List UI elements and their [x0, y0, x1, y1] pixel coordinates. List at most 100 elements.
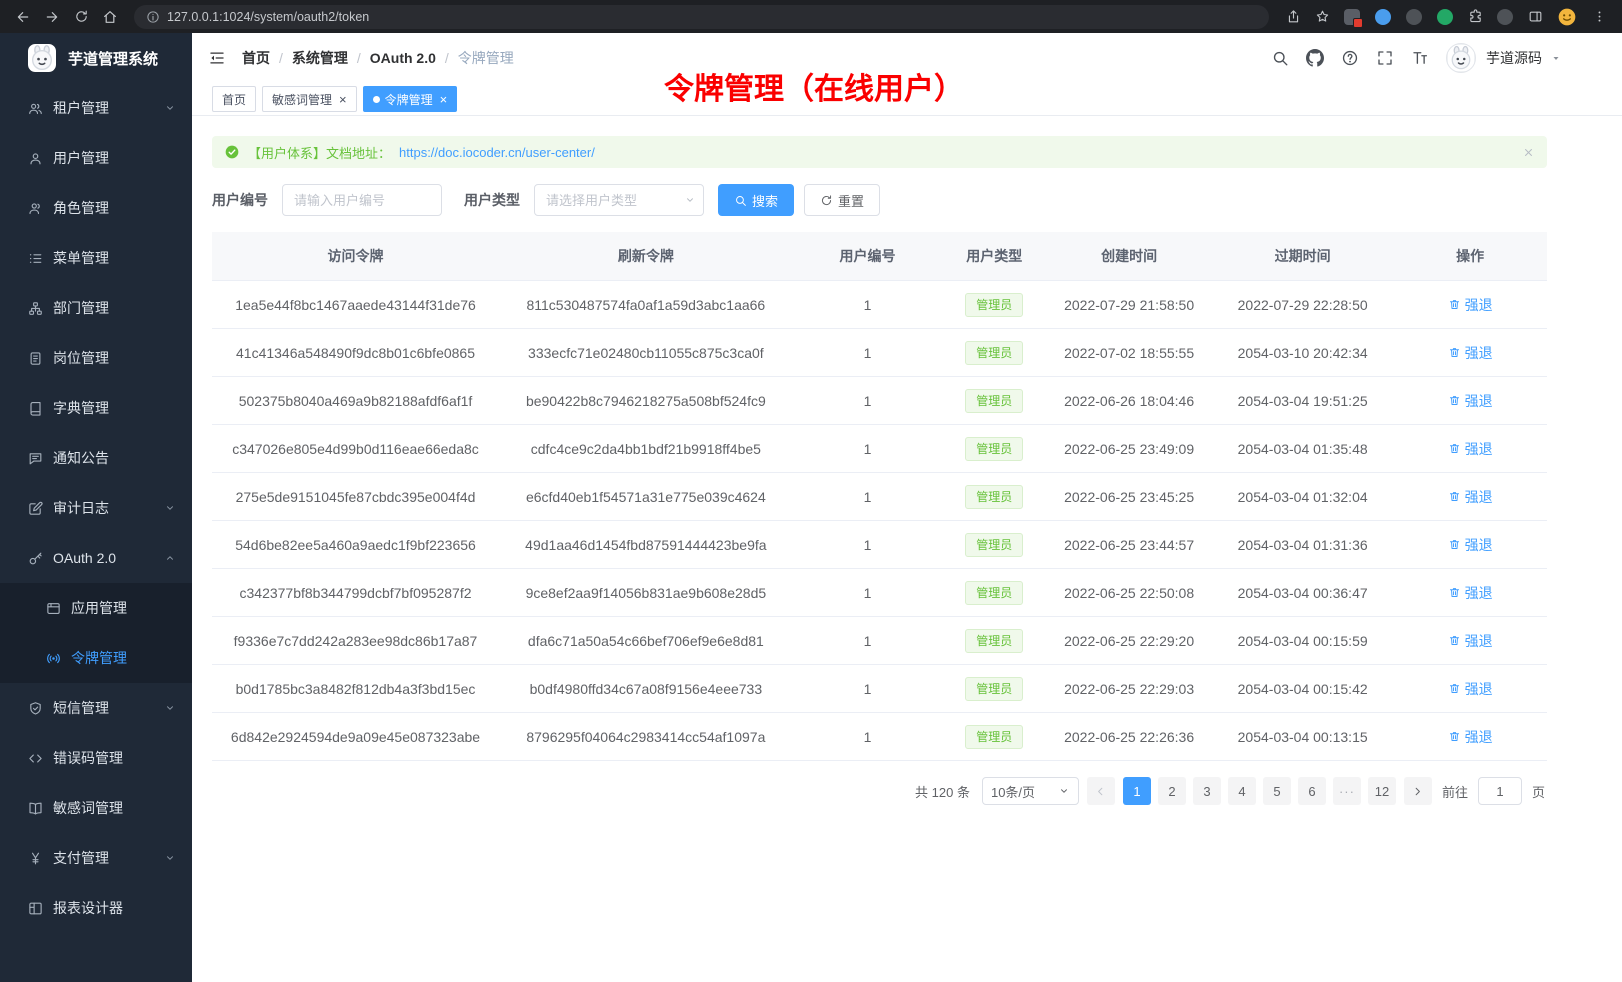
- tab-home[interactable]: 首页: [212, 86, 256, 112]
- force-logout-button[interactable]: 强退: [1448, 343, 1493, 363]
- doc-link[interactable]: https://doc.iocoder.cn/user-center/: [399, 145, 595, 160]
- tab-close-icon[interactable]: ×: [440, 93, 448, 106]
- browser-profile-avatar[interactable]: [1557, 7, 1577, 27]
- extensions-puzzle-icon[interactable]: [1462, 4, 1488, 30]
- breadcrumb-item[interactable]: 系统管理: [292, 48, 348, 68]
- sidebar-item-label: 支付管理: [53, 848, 109, 868]
- extension-icon[interactable]: [1437, 9, 1453, 25]
- force-logout-button[interactable]: 强退: [1448, 487, 1493, 507]
- bookmark-star-icon[interactable]: [1309, 4, 1335, 30]
- prev-page-button[interactable]: [1087, 777, 1115, 805]
- pager-more-button[interactable]: ···: [1333, 777, 1361, 805]
- browser-menu-icon[interactable]: [1586, 4, 1612, 30]
- font-size-icon[interactable]: [1411, 49, 1429, 67]
- force-logout-label: 强退: [1465, 439, 1493, 459]
- sidebar-item-label: 令牌管理: [71, 648, 127, 668]
- pager-page-1[interactable]: 1: [1123, 777, 1151, 805]
- site-info-icon[interactable]: [146, 10, 160, 24]
- sidebar-item-error-code[interactable]: 错误码管理: [0, 733, 192, 783]
- sidebar-item-post[interactable]: 岗位管理: [0, 333, 192, 383]
- chevron-down-icon: [164, 702, 176, 714]
- force-logout-button[interactable]: 强退: [1448, 535, 1493, 555]
- sidebar-item-role[interactable]: 角色管理: [0, 183, 192, 233]
- pager-page-3[interactable]: 3: [1193, 777, 1221, 805]
- breadcrumb-item[interactable]: 首页: [242, 48, 270, 68]
- action-cell: 强退: [1393, 727, 1547, 747]
- trash-icon: [1448, 442, 1461, 455]
- side-panel-icon[interactable]: [1522, 4, 1548, 30]
- fullscreen-icon[interactable]: [1376, 49, 1394, 67]
- sidebar-item-oauth2-application[interactable]: 应用管理: [0, 583, 192, 633]
- tree-icon: [28, 301, 43, 316]
- reset-button-label: 重置: [838, 191, 864, 210]
- expire-time-cell: 2054-03-10 20:42:34: [1212, 345, 1394, 361]
- address-bar[interactable]: 127.0.0.1:1024/system/oauth2/token: [134, 5, 1269, 29]
- force-logout-button[interactable]: 强退: [1448, 679, 1493, 699]
- reset-button[interactable]: 重置: [804, 184, 880, 216]
- page-size-select[interactable]: 10条/页: [982, 777, 1079, 805]
- sidebar-item-oauth2[interactable]: OAuth 2.0: [0, 533, 192, 583]
- sidebar-item-dict[interactable]: 字典管理: [0, 383, 192, 433]
- home-icon[interactable]: [97, 4, 123, 30]
- force-logout-button[interactable]: 强退: [1448, 439, 1493, 459]
- sidebar-item-pay[interactable]: 支付管理: [0, 833, 192, 883]
- search-icon[interactable]: [1271, 49, 1289, 67]
- reload-icon[interactable]: [68, 4, 94, 30]
- alert-close-icon[interactable]: [1522, 146, 1535, 159]
- force-logout-button[interactable]: 强退: [1448, 295, 1493, 315]
- app-logo[interactable]: 芋道管理系统: [0, 33, 192, 83]
- sidebar-item-audit-log[interactable]: 审计日志: [0, 483, 192, 533]
- user-id-input[interactable]: [282, 184, 442, 216]
- pager-page-12[interactable]: 12: [1368, 777, 1396, 805]
- caret-down-icon[interactable]: [1550, 52, 1562, 64]
- share-icon[interactable]: [1280, 4, 1306, 30]
- sidebar-item-sensitive-word[interactable]: 敏感词管理: [0, 783, 192, 833]
- pager-page-4[interactable]: 4: [1228, 777, 1256, 805]
- sidebar-item-notice[interactable]: 通知公告: [0, 433, 192, 483]
- force-logout-button[interactable]: 强退: [1448, 631, 1493, 651]
- pager-page-2[interactable]: 2: [1158, 777, 1186, 805]
- sidebar-item-label: 菜单管理: [53, 248, 109, 268]
- user-name[interactable]: 芋道源码: [1486, 48, 1542, 68]
- extension-icon[interactable]: [1375, 9, 1391, 25]
- breadcrumb-separator: /: [279, 50, 283, 66]
- forward-icon[interactable]: [39, 4, 65, 30]
- help-icon[interactable]: [1341, 49, 1359, 67]
- force-logout-button[interactable]: 强退: [1448, 391, 1493, 411]
- menu-fold-icon[interactable]: [208, 49, 226, 67]
- extension-icon[interactable]: [1406, 9, 1422, 25]
- chevron-down-icon: [164, 502, 176, 514]
- search-button[interactable]: 搜索: [718, 184, 794, 216]
- user-avatar[interactable]: [1446, 43, 1476, 73]
- sidebar-item-oauth2-token[interactable]: 令牌管理: [0, 633, 192, 683]
- force-logout-button[interactable]: 强退: [1448, 727, 1493, 747]
- tab-sensitive-word[interactable]: 敏感词管理×: [262, 86, 357, 112]
- expire-time-cell: 2054-03-04 01:31:36: [1212, 537, 1394, 553]
- goto-page-input[interactable]: [1478, 777, 1522, 805]
- back-icon[interactable]: [10, 4, 36, 30]
- user-type-select-input[interactable]: [534, 184, 704, 216]
- extension-icon[interactable]: [1497, 9, 1513, 25]
- sidebar-item-dept[interactable]: 部门管理: [0, 283, 192, 333]
- trash-icon: [1448, 490, 1461, 503]
- tab-close-icon[interactable]: ×: [339, 93, 347, 106]
- sidebar-item-user[interactable]: 用户管理: [0, 133, 192, 183]
- refresh-token-cell: b0df4980ffd34c67a08f9156e4eee733: [499, 681, 793, 697]
- breadcrumb-item[interactable]: OAuth 2.0: [370, 50, 436, 66]
- user-type-badge: 管理员: [965, 725, 1023, 749]
- tab-oauth2-token[interactable]: 令牌管理×: [363, 86, 458, 112]
- github-icon[interactable]: [1306, 49, 1324, 67]
- sidebar-item-sms[interactable]: 短信管理: [0, 683, 192, 733]
- breadcrumb-separator: /: [357, 50, 361, 66]
- force-logout-button[interactable]: 强退: [1448, 583, 1493, 603]
- user-type-select[interactable]: [534, 184, 704, 216]
- pager-page-5[interactable]: 5: [1263, 777, 1291, 805]
- expire-time-cell: 2054-03-04 19:51:25: [1212, 393, 1394, 409]
- users-icon: [28, 101, 43, 116]
- sidebar-item-tenant[interactable]: 租户管理: [0, 83, 192, 133]
- sidebar-item-report-designer[interactable]: 报表设计器: [0, 883, 192, 933]
- next-page-button[interactable]: [1404, 777, 1432, 805]
- extension-icon[interactable]: [1344, 9, 1360, 25]
- sidebar-item-menu[interactable]: 菜单管理: [0, 233, 192, 283]
- pager-page-6[interactable]: 6: [1298, 777, 1326, 805]
